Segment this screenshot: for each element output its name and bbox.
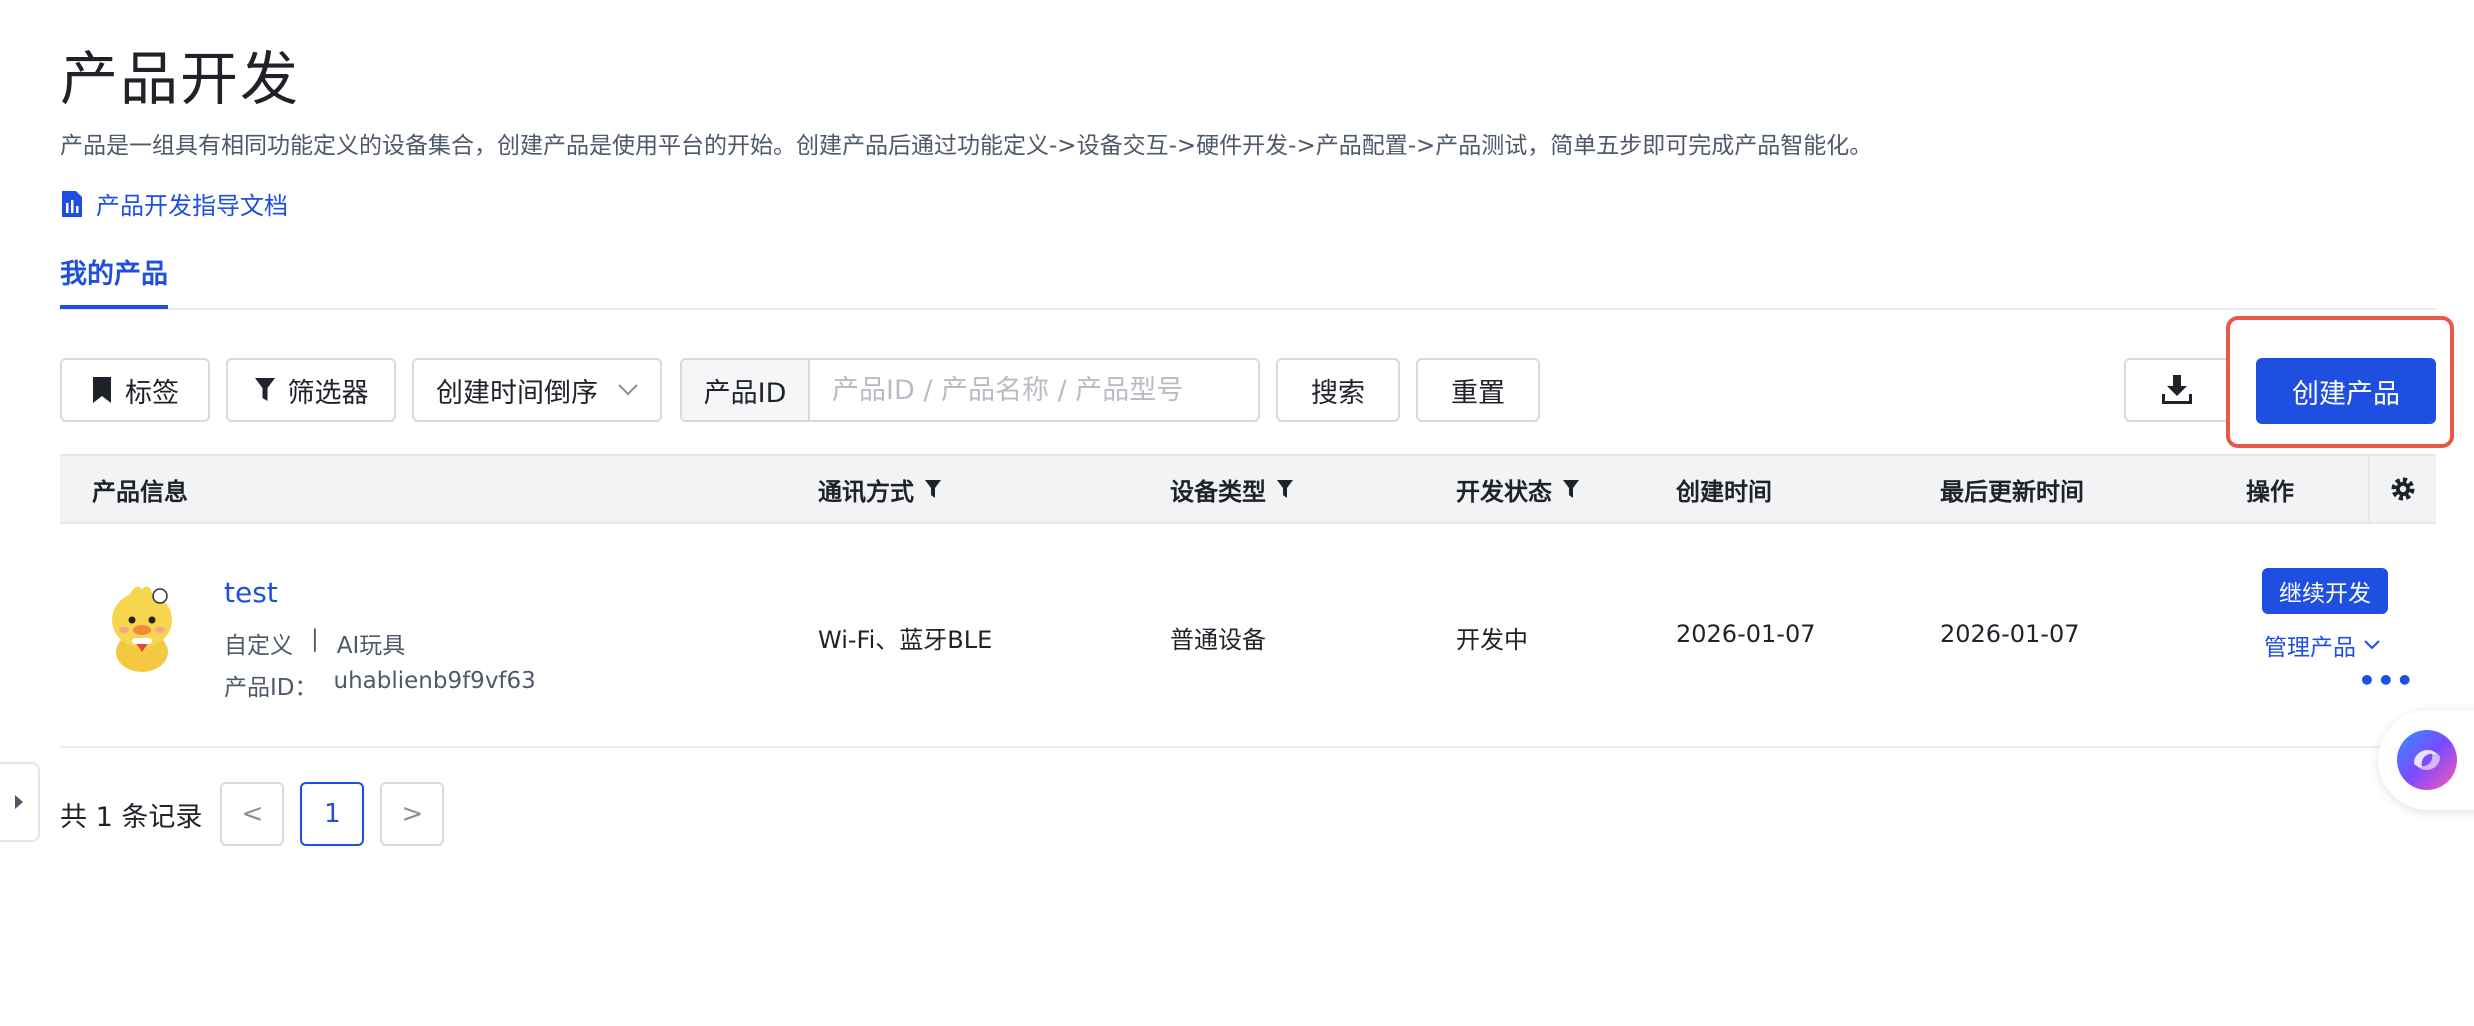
column-header-info: 产品信息 [92,477,188,506]
download-button[interactable] [2124,358,2230,422]
comm-cell: Wi-Fi、蓝牙BLE [818,626,993,654]
product-avatar [112,586,172,672]
updated-cell: 2026-01-07 [1940,620,2080,648]
tab-bar: 我的产品 [60,252,2436,310]
product-id: 产品ID： uhablienb9f9vf63 [224,668,536,702]
column-header-device-type[interactable]: 设备类型 [1170,456,1294,522]
column-header-actions: 操作 [2246,477,2294,506]
filter-icon [254,378,275,401]
page-title: 产品开发 [60,45,301,113]
column-header-comm[interactable]: 通讯方式 [818,456,942,522]
reset-button[interactable]: 重置 [1416,358,1540,422]
more-actions-button[interactable]: ••• [2358,664,2415,697]
total-records: 共 1 条记录 [60,801,203,833]
filter-button[interactable]: 筛选器 [226,358,396,422]
manage-product-dropdown[interactable]: 管理产品 [2264,628,2380,662]
status-cell: 开发中 [1456,626,1528,654]
toolbar: 标签 筛选器 创建时间倒序 产品ID 搜索 重置 [60,358,2436,424]
product-id-label: 产品ID： [224,675,318,701]
table-header: 产品信息 通讯方式 设备类型 开发状态 创建时间 最后更新时间 操作 [60,454,2436,524]
ai-assistant-button[interactable] [2378,710,2474,810]
download-icon [2162,375,2192,404]
tag-button-label: 标签 [125,377,179,409]
product-category: 自定义 | AI玩具 [224,626,405,660]
document-icon [62,190,82,217]
column-header-status[interactable]: 开发状态 [1456,456,1580,522]
assistant-logo-icon [2397,730,2457,790]
bookmark-icon [93,377,111,403]
filter-button-label: 筛选器 [287,377,369,409]
search-input[interactable] [810,360,1258,420]
caret-right-icon [15,795,23,809]
continue-dev-button[interactable]: 继续开发 [2262,568,2388,614]
column-settings-button[interactable] [2368,456,2436,522]
page-number-button[interactable]: 1 [300,782,365,846]
create-product-button[interactable]: 创建产品 [2256,358,2436,424]
meta-divider: | [311,626,319,652]
device-type-cell: 普通设备 [1170,626,1266,654]
prev-page-button[interactable]: < [220,782,285,846]
manage-product-label: 管理产品 [2264,635,2356,661]
pagination: 共 1 条记录 < 1 > [60,782,460,846]
table-row: test 自定义 | AI玩具 产品ID： uhablienb9f9vf63 W… [60,524,2436,748]
product-category-label: 自定义 [224,633,293,659]
gear-icon [2391,477,2415,501]
tag-button[interactable]: 标签 [60,358,210,422]
tab-my-products[interactable]: 我的产品 [60,252,168,309]
product-name-link[interactable]: test [224,576,278,609]
column-header-updated: 最后更新时间 [1940,477,2084,506]
created-cell: 2026-01-07 [1676,620,1816,648]
sort-select[interactable]: 创建时间倒序 [412,358,662,422]
product-subcategory-label: AI玩具 [336,633,406,659]
sort-select-label: 创建时间倒序 [436,377,598,409]
filter-icon[interactable] [1562,479,1580,499]
column-header-created: 创建时间 [1676,477,1772,506]
doc-link[interactable]: 产品开发指导文档 [60,186,288,221]
product-id-value: uhablienb9f9vf63 [333,668,536,694]
sidebar-expand-button[interactable] [0,762,40,842]
product-table: 产品信息 通讯方式 设备类型 开发状态 创建时间 最后更新时间 操作 test … [60,454,2436,748]
chevron-down-icon [618,384,638,396]
search-field-selector[interactable]: 产品ID [682,360,810,420]
filter-icon[interactable] [1276,479,1294,499]
chevron-down-icon [2364,640,2380,650]
next-page-button[interactable]: > [380,782,445,846]
search-group: 产品ID [680,358,1260,422]
page-description: 产品是一组具有相同功能定义的设备集合，创建产品是使用平台的开始。创建产品后通过功… [60,133,1873,159]
doc-link-label: 产品开发指导文档 [96,192,288,220]
filter-icon[interactable] [924,479,942,499]
search-button[interactable]: 搜索 [1276,358,1400,422]
